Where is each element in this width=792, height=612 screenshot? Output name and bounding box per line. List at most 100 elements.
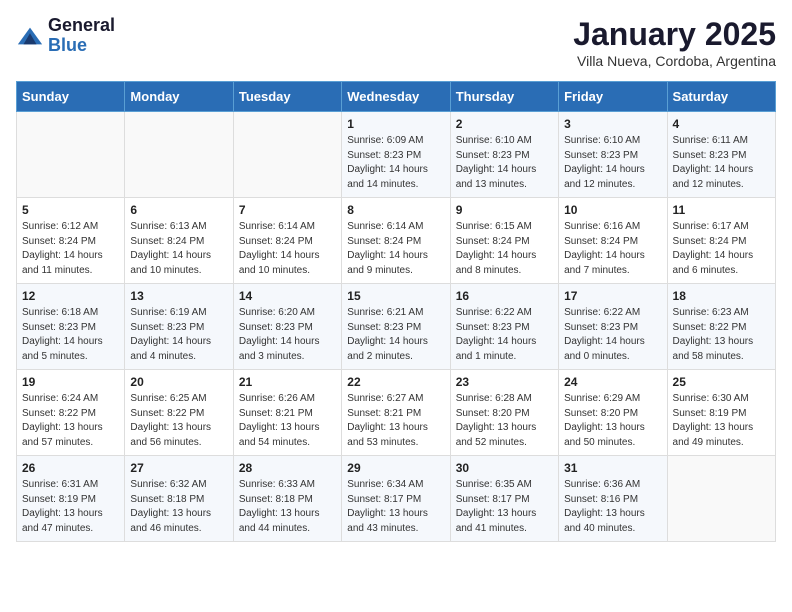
- calendar-cell: 24Sunrise: 6:29 AM Sunset: 8:20 PM Dayli…: [559, 370, 667, 456]
- day-number: 17: [564, 289, 661, 303]
- calendar-cell: 4 Sunrise: 6:11 AM Sunset: 8:23 PM Daylig…: [667, 112, 775, 198]
- day-info: Sunrise: 6:32 AM Sunset: 8:18 PM Dayligh…: [130, 478, 227, 536]
- calendar-cell: 19Sunrise: 6:24 AM Sunset: 8:22 PM Dayli…: [17, 370, 125, 456]
- day-info: Sunrise: 6:25 AM Sunset: 8:22 PM Dayligh…: [130, 392, 227, 450]
- day-info: Sunrise: 6:14 AM Sunset: 8:24 PM Dayligh…: [347, 220, 444, 278]
- day-info: Sunrise: 6:11 AM Sunset: 8:23 PM Dayligh…: [673, 134, 770, 192]
- calendar-cell: 18 Sunrise: 6:23 AM Sunset: 8:22 PM Dayli…: [667, 284, 775, 370]
- calendar-cell: 26 Sunrise: 6:31 AM Sunset: 8:19 PM Dayli…: [17, 456, 125, 542]
- day-info: Sunrise: 6:15 AM Sunset: 8:24 PM Dayligh…: [456, 220, 553, 278]
- day-info: Sunrise: 6:20 AM Sunset: 8:23 PM Dayligh…: [239, 306, 336, 364]
- weekday-header: Tuesday: [233, 82, 341, 112]
- day-info: Sunrise: 6:31 AM Sunset: 8:19 PM Dayligh…: [22, 478, 119, 536]
- day-info: Sunrise: 6:13 AM Sunset: 8:24 PM Dayligh…: [130, 220, 227, 278]
- calendar-cell: 11 Sunrise: 6:17 AM Sunset: 8:24 PM Dayli…: [667, 198, 775, 284]
- calendar-cell: 23 Sunrise: 6:28 AM Sunset: 8:20 PM Dayli…: [450, 370, 558, 456]
- day-number: 29: [347, 461, 444, 475]
- day-number: 5: [22, 203, 119, 217]
- calendar-cell: 15 Sunrise: 6:21 AM Sunset: 8:23 PM Dayli…: [342, 284, 450, 370]
- month-title: January 2025: [573, 16, 776, 53]
- day-number: 4: [673, 117, 770, 131]
- weekday-header: Thursday: [450, 82, 558, 112]
- day-number: 10: [564, 203, 661, 217]
- calendar-cell: 13Sunrise: 6:19 AM Sunset: 8:23 PM Dayli…: [125, 284, 233, 370]
- calendar-cell: 31Sunrise: 6:36 AM Sunset: 8:16 PM Dayli…: [559, 456, 667, 542]
- day-info: Sunrise: 6:10 AM Sunset: 8:23 PM Dayligh…: [456, 134, 553, 192]
- calendar-cell: [125, 112, 233, 198]
- calendar-week-row: 26 Sunrise: 6:31 AM Sunset: 8:19 PM Dayli…: [17, 456, 776, 542]
- day-number: 6: [130, 203, 227, 217]
- day-number: 16: [456, 289, 553, 303]
- day-info: Sunrise: 6:27 AM Sunset: 8:21 PM Dayligh…: [347, 392, 444, 450]
- day-number: 22: [347, 375, 444, 389]
- calendar-cell: 16 Sunrise: 6:22 AM Sunset: 8:23 PM Dayli…: [450, 284, 558, 370]
- calendar-cell: 10Sunrise: 6:16 AM Sunset: 8:24 PM Dayli…: [559, 198, 667, 284]
- calendar-cell: 14 Sunrise: 6:20 AM Sunset: 8:23 PM Dayli…: [233, 284, 341, 370]
- day-number: 21: [239, 375, 336, 389]
- calendar-cell: 5 Sunrise: 6:12 AM Sunset: 8:24 PM Daylig…: [17, 198, 125, 284]
- calendar-cell: 27 Sunrise: 6:32 AM Sunset: 8:18 PM Dayli…: [125, 456, 233, 542]
- weekday-header: Sunday: [17, 82, 125, 112]
- title-area: January 2025 Villa Nueva, Cordoba, Argen…: [573, 16, 776, 69]
- location: Villa Nueva, Cordoba, Argentina: [573, 53, 776, 69]
- day-number: 11: [673, 203, 770, 217]
- calendar-cell: 7 Sunrise: 6:14 AM Sunset: 8:24 PM Daylig…: [233, 198, 341, 284]
- day-number: 28: [239, 461, 336, 475]
- day-info: Sunrise: 6:36 AM Sunset: 8:16 PM Dayligh…: [564, 478, 661, 536]
- calendar-cell: 9Sunrise: 6:15 AM Sunset: 8:24 PM Daylig…: [450, 198, 558, 284]
- calendar-cell: 22 Sunrise: 6:27 AM Sunset: 8:21 PM Dayli…: [342, 370, 450, 456]
- calendar-cell: 30 Sunrise: 6:35 AM Sunset: 8:17 PM Dayli…: [450, 456, 558, 542]
- day-number: 27: [130, 461, 227, 475]
- day-number: 25: [673, 375, 770, 389]
- calendar-cell: [667, 456, 775, 542]
- day-info: Sunrise: 6:30 AM Sunset: 8:19 PM Dayligh…: [673, 392, 770, 450]
- calendar-cell: 2 Sunrise: 6:10 AM Sunset: 8:23 PM Daylig…: [450, 112, 558, 198]
- calendar-week-row: 5 Sunrise: 6:12 AM Sunset: 8:24 PM Daylig…: [17, 198, 776, 284]
- day-number: 19: [22, 375, 119, 389]
- day-number: 20: [130, 375, 227, 389]
- day-info: Sunrise: 6:17 AM Sunset: 8:24 PM Dayligh…: [673, 220, 770, 278]
- day-number: 30: [456, 461, 553, 475]
- day-number: 15: [347, 289, 444, 303]
- day-info: Sunrise: 6:12 AM Sunset: 8:24 PM Dayligh…: [22, 220, 119, 278]
- day-number: 14: [239, 289, 336, 303]
- day-info: Sunrise: 6:14 AM Sunset: 8:24 PM Dayligh…: [239, 220, 336, 278]
- calendar-table: SundayMondayTuesdayWednesdayThursdayFrid…: [16, 81, 776, 542]
- day-info: Sunrise: 6:23 AM Sunset: 8:22 PM Dayligh…: [673, 306, 770, 364]
- weekday-header: Monday: [125, 82, 233, 112]
- weekday-row: SundayMondayTuesdayWednesdayThursdayFrid…: [17, 82, 776, 112]
- day-number: 12: [22, 289, 119, 303]
- day-info: Sunrise: 6:22 AM Sunset: 8:23 PM Dayligh…: [564, 306, 661, 364]
- day-number: 18: [673, 289, 770, 303]
- day-info: Sunrise: 6:18 AM Sunset: 8:23 PM Dayligh…: [22, 306, 119, 364]
- day-number: 1: [347, 117, 444, 131]
- day-info: Sunrise: 6:21 AM Sunset: 8:23 PM Dayligh…: [347, 306, 444, 364]
- calendar-cell: 3Sunrise: 6:10 AM Sunset: 8:23 PM Daylig…: [559, 112, 667, 198]
- day-number: 2: [456, 117, 553, 131]
- calendar-body: 1 Sunrise: 6:09 AM Sunset: 8:23 PM Daylig…: [17, 112, 776, 542]
- day-info: Sunrise: 6:22 AM Sunset: 8:23 PM Dayligh…: [456, 306, 553, 364]
- calendar-header: SundayMondayTuesdayWednesdayThursdayFrid…: [17, 82, 776, 112]
- weekday-header: Saturday: [667, 82, 775, 112]
- calendar-week-row: 1 Sunrise: 6:09 AM Sunset: 8:23 PM Daylig…: [17, 112, 776, 198]
- calendar-cell: 20 Sunrise: 6:25 AM Sunset: 8:22 PM Dayli…: [125, 370, 233, 456]
- day-info: Sunrise: 6:09 AM Sunset: 8:23 PM Dayligh…: [347, 134, 444, 192]
- day-info: Sunrise: 6:19 AM Sunset: 8:23 PM Dayligh…: [130, 306, 227, 364]
- day-info: Sunrise: 6:33 AM Sunset: 8:18 PM Dayligh…: [239, 478, 336, 536]
- logo-icon: [16, 22, 44, 50]
- calendar-cell: [233, 112, 341, 198]
- day-info: Sunrise: 6:26 AM Sunset: 8:21 PM Dayligh…: [239, 392, 336, 450]
- day-info: Sunrise: 6:28 AM Sunset: 8:20 PM Dayligh…: [456, 392, 553, 450]
- weekday-header: Wednesday: [342, 82, 450, 112]
- day-number: 23: [456, 375, 553, 389]
- calendar-week-row: 12 Sunrise: 6:18 AM Sunset: 8:23 PM Dayli…: [17, 284, 776, 370]
- day-info: Sunrise: 6:35 AM Sunset: 8:17 PM Dayligh…: [456, 478, 553, 536]
- calendar-cell: 6 Sunrise: 6:13 AM Sunset: 8:24 PM Daylig…: [125, 198, 233, 284]
- calendar-cell: 29 Sunrise: 6:34 AM Sunset: 8:17 PM Dayli…: [342, 456, 450, 542]
- day-info: Sunrise: 6:34 AM Sunset: 8:17 PM Dayligh…: [347, 478, 444, 536]
- calendar-cell: 25 Sunrise: 6:30 AM Sunset: 8:19 PM Dayli…: [667, 370, 775, 456]
- day-number: 7: [239, 203, 336, 217]
- day-info: Sunrise: 6:10 AM Sunset: 8:23 PM Dayligh…: [564, 134, 661, 192]
- calendar-cell: 12 Sunrise: 6:18 AM Sunset: 8:23 PM Dayli…: [17, 284, 125, 370]
- day-number: 26: [22, 461, 119, 475]
